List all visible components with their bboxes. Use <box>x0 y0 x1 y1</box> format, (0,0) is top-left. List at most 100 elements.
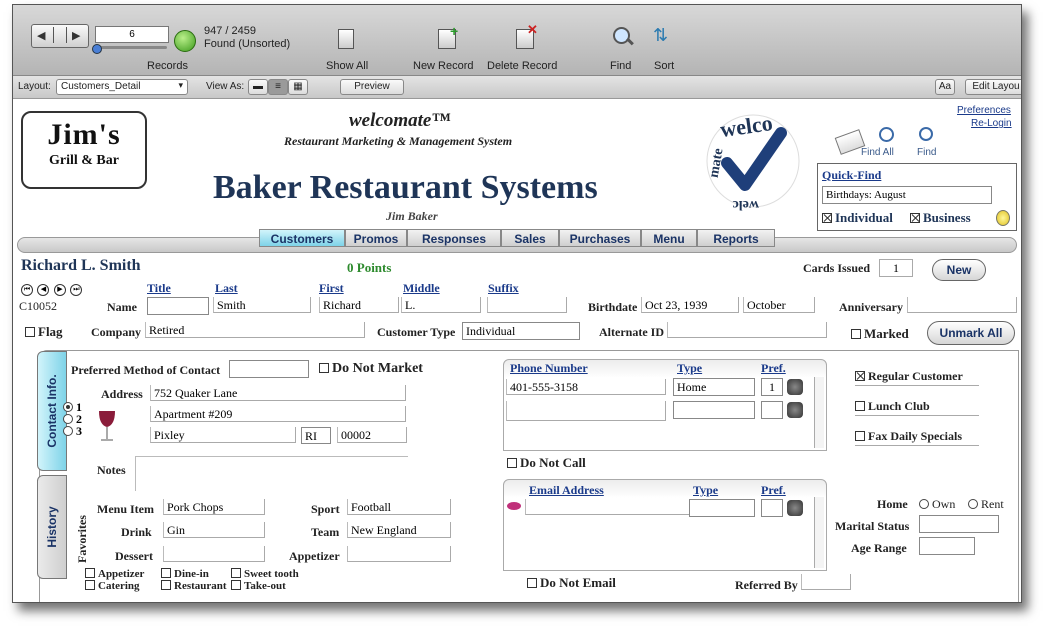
record-slider[interactable] <box>95 46 167 49</box>
middle-name-field[interactable]: L. <box>401 297 481 313</box>
email-scrollbar[interactable] <box>814 497 824 568</box>
tab-responses[interactable]: Responses <box>407 229 501 247</box>
title-field[interactable] <box>147 297 209 315</box>
phone-type-field[interactable]: Home <box>673 378 755 396</box>
address-line2-field[interactable]: Apartment #209 <box>150 406 406 422</box>
appetizer-field[interactable] <box>347 546 451 562</box>
catering-check[interactable]: Catering <box>85 580 161 592</box>
do-not-call-toggle[interactable]: Do Not Call <box>507 455 586 471</box>
last-name-field[interactable]: Smith <box>213 297 311 313</box>
notes-field[interactable] <box>135 456 408 491</box>
email-trash-icon[interactable] <box>787 500 803 516</box>
phone-number-field[interactable]: 401-555-3158 <box>506 379 666 395</box>
phone-pref-field-2[interactable] <box>761 401 783 419</box>
email-address-field[interactable] <box>525 499 695 515</box>
marked-toggle[interactable]: Marked <box>851 326 909 342</box>
quick-find-field[interactable]: Birthdays: August <box>822 186 992 204</box>
next-record-icon[interactable]: ▶ <box>53 284 66 296</box>
anniversary-field[interactable] <box>907 297 1017 313</box>
take-out-check[interactable]: Take-out <box>231 580 286 592</box>
preview-button[interactable]: Preview <box>340 79 404 95</box>
zip-field[interactable]: 00002 <box>337 427 407 443</box>
menu-item-field[interactable]: Pork Chops <box>163 499 265 515</box>
delete-record-button[interactable]: Delete Record <box>487 60 557 72</box>
state-field[interactable]: RI <box>301 427 331 444</box>
city-field[interactable]: Pixley <box>150 427 296 443</box>
tab-customers[interactable]: Customers <box>259 229 345 247</box>
do-not-call-checkbox[interactable] <box>507 458 517 468</box>
fax-daily-checkbox[interactable] <box>855 431 865 441</box>
book-navigator[interactable]: ◀ ▶ <box>31 24 89 48</box>
tab-purchases[interactable]: Purchases <box>559 229 641 247</box>
home-own-radio[interactable]: Own <box>919 497 955 512</box>
do-not-email-checkbox[interactable] <box>527 578 537 588</box>
lunch-club-checkbox[interactable] <box>855 401 865 411</box>
edit-layout-button[interactable]: Edit Layou <box>965 79 1021 95</box>
view-form-button[interactable]: ▬ <box>248 79 268 95</box>
last-record-icon[interactable]: ⏭ <box>70 284 83 296</box>
business-checkbox[interactable] <box>910 213 920 223</box>
new-card-button[interactable]: New <box>932 259 986 281</box>
find-link[interactable]: Find <box>917 147 936 158</box>
phone-pref-field[interactable]: 1 <box>761 378 783 396</box>
phone-number-field-2[interactable] <box>506 401 666 421</box>
business-filter[interactable]: Business <box>910 210 971 226</box>
sort-button[interactable]: Sort <box>654 60 674 72</box>
trash-icon[interactable] <box>787 379 803 395</box>
slider-thumb-icon[interactable] <box>92 44 102 54</box>
quick-find-label[interactable]: Quick-Find <box>822 168 881 183</box>
find-all-icon[interactable] <box>879 127 894 142</box>
prev-record-icon[interactable]: ◀ <box>37 284 50 296</box>
marked-checkbox[interactable] <box>851 329 861 339</box>
flag-checkbox[interactable] <box>25 327 35 337</box>
previous-record-icon[interactable]: ◀ <box>37 29 45 42</box>
drink-field[interactable]: Gin <box>163 522 265 538</box>
dine-in-check[interactable]: Dine-in <box>161 568 231 580</box>
tab-reports[interactable]: Reports <box>697 229 775 247</box>
layout-select[interactable]: Customers_Detail ▾ <box>56 79 188 95</box>
dessert-field[interactable] <box>163 546 265 562</box>
new-record-button[interactable]: New Record <box>413 60 474 72</box>
unmark-all-button[interactable]: Unmark All <box>927 321 1015 345</box>
tab-history[interactable]: History <box>37 475 67 579</box>
lunch-club-toggle[interactable]: Lunch Club <box>855 399 930 414</box>
fax-daily-toggle[interactable]: Fax Daily Specials <box>855 429 962 444</box>
appetizer-check[interactable]: Appetizer <box>85 568 161 580</box>
customer-type-field[interactable]: Individual <box>462 322 580 340</box>
age-range-field[interactable] <box>919 537 975 555</box>
home-rent-radio[interactable]: Rent <box>968 497 1004 512</box>
show-all-icon[interactable] <box>338 29 354 49</box>
relogin-link[interactable]: Re-Login <box>971 118 1012 129</box>
find-all-link[interactable]: Find All <box>861 147 894 158</box>
sort-icon[interactable]: ⇅ <box>653 25 668 46</box>
do-not-email-toggle[interactable]: Do Not Email <box>527 575 616 591</box>
address-radio-3[interactable]: 3 <box>63 425 82 437</box>
preferred-contact-field[interactable] <box>229 360 309 378</box>
company-field[interactable]: Retired <box>145 322 365 338</box>
individual-checkbox[interactable] <box>822 213 832 223</box>
marital-status-field[interactable] <box>919 515 999 533</box>
referred-by-field[interactable] <box>801 574 851 590</box>
next-record-icon[interactable]: ▶ <box>72 29 80 42</box>
suffix-field[interactable] <box>487 297 567 313</box>
phone-type-field-2[interactable] <box>673 401 755 419</box>
tab-sales[interactable]: Sales <box>501 229 559 247</box>
find-icon[interactable] <box>919 127 933 141</box>
trash-icon-2[interactable] <box>787 402 803 418</box>
cards-issued-field[interactable]: 1 <box>879 259 913 277</box>
email-lips-icon[interactable] <box>507 502 521 510</box>
tab-promos[interactable]: Promos <box>345 229 407 247</box>
lightbulb-icon[interactable] <box>996 210 1010 226</box>
address-line1-field[interactable]: 752 Quaker Lane <box>150 385 406 401</box>
birthdate-field[interactable]: Oct 23, 1939 <box>641 297 739 313</box>
view-table-button[interactable]: ▦ <box>288 79 308 95</box>
first-name-field[interactable]: Richard <box>319 297 399 313</box>
do-not-market-checkbox[interactable] <box>319 363 329 373</box>
team-field[interactable]: New England <box>347 522 451 538</box>
tab-menu[interactable]: Menu <box>641 229 697 247</box>
find-button[interactable]: Find <box>610 60 631 72</box>
email-pref-field[interactable] <box>761 499 783 517</box>
regular-customer-checkbox[interactable] <box>855 371 865 381</box>
show-all-button[interactable]: Show All <box>326 60 368 72</box>
preferences-link[interactable]: Preferences <box>957 105 1011 116</box>
